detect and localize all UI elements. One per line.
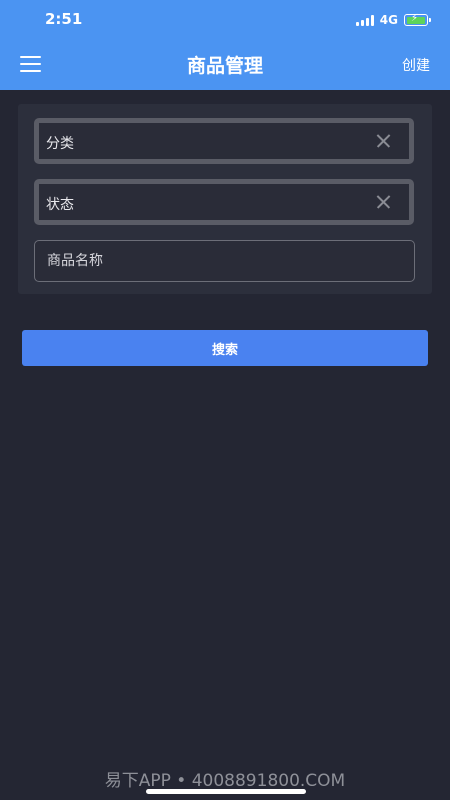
status-bar: 2:51 4G ⚡ [0, 0, 450, 40]
search-button[interactable]: 搜索 [22, 330, 428, 366]
filter-card: 分类 状态 [18, 104, 432, 294]
hamburger-menu-icon[interactable] [20, 56, 41, 72]
charging-bolt-icon: ⚡ [411, 13, 419, 24]
status-select[interactable]: 状态 [34, 179, 414, 225]
watermark: 易下APP • 4008891800.COM [104, 771, 346, 791]
status-indicators: 4G ⚡ [355, 12, 431, 28]
header: 2:51 4G ⚡ 商品管理 创建 [0, 0, 450, 90]
category-select-label: 分类 [46, 136, 74, 152]
battery-charging-icon: ⚡ [404, 13, 431, 26]
product-name-input[interactable] [34, 240, 415, 282]
network-type: 4G [379, 13, 398, 27]
status-select-label: 状态 [46, 197, 74, 213]
nav-bar: 商品管理 创建 [0, 40, 450, 90]
close-icon[interactable] [375, 133, 391, 149]
close-icon[interactable] [375, 194, 391, 210]
create-button[interactable]: 创建 [402, 55, 430, 75]
cellular-signal-icon [355, 14, 374, 26]
category-select[interactable]: 分类 [34, 118, 414, 164]
home-indicator[interactable] [146, 789, 306, 794]
page-title: 商品管理 [186, 55, 263, 77]
status-time: 2:51 [45, 10, 83, 28]
